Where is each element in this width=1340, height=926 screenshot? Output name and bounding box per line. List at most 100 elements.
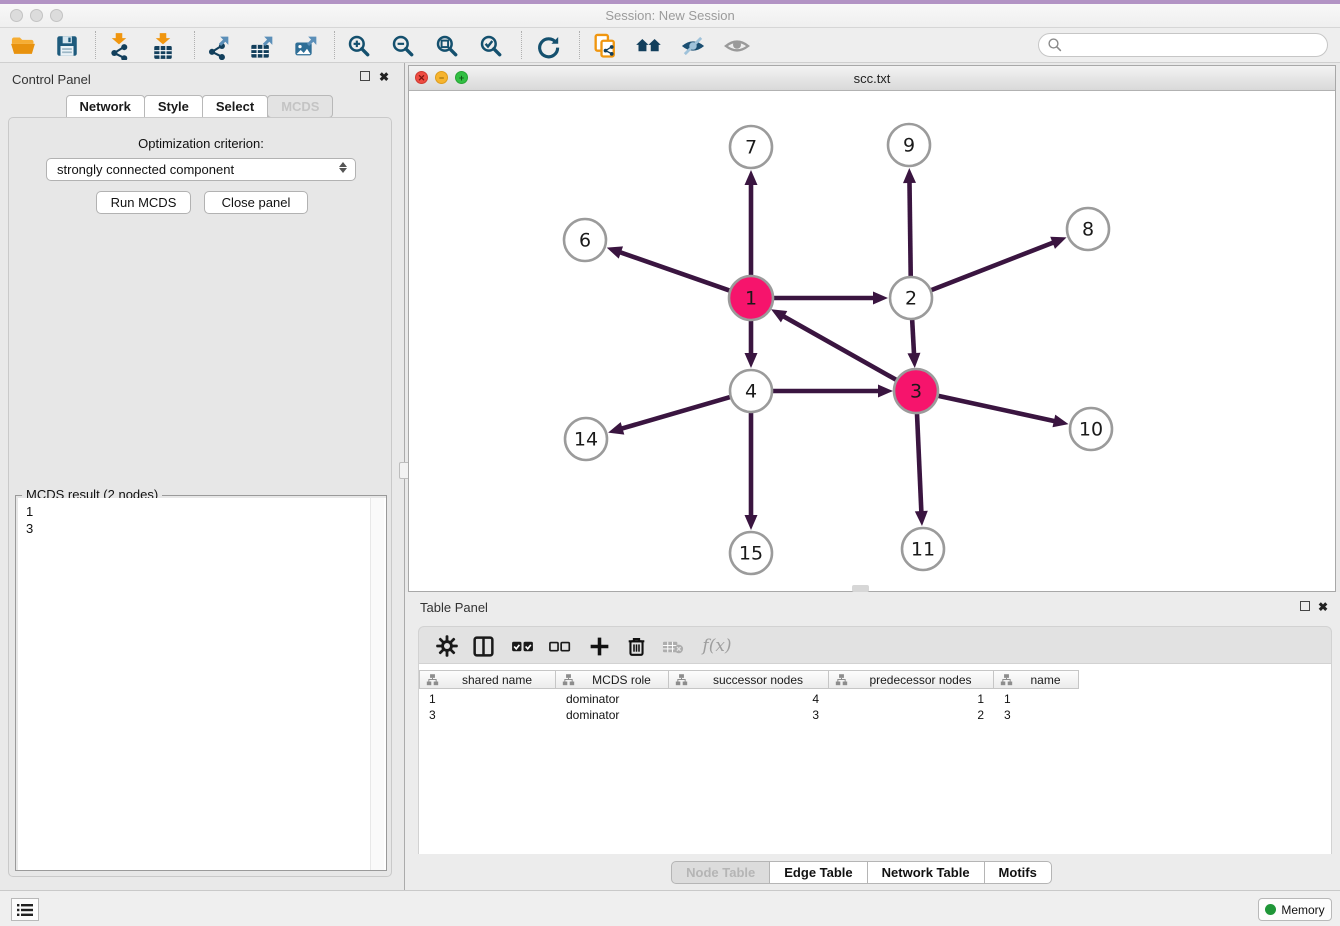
toolbar-separator: [95, 31, 96, 59]
export-table-icon[interactable]: [248, 31, 278, 61]
edge-1-6[interactable]: [618, 252, 732, 292]
zoom-out-icon[interactable]: [388, 31, 418, 61]
import-table-icon[interactable]: [148, 31, 178, 61]
delete-column-icon[interactable]: [621, 631, 651, 661]
table-row[interactable]: 3dominator323: [419, 707, 1079, 723]
edge-3-10[interactable]: [936, 395, 1057, 421]
column-type-icon: [835, 673, 848, 686]
clone-network-icon[interactable]: [590, 31, 620, 61]
task-history-button[interactable]: [11, 898, 39, 921]
edge-arrowhead: [745, 170, 758, 185]
select-all-icon[interactable]: [507, 631, 537, 661]
column-header-shared-name[interactable]: shared name: [419, 670, 556, 689]
function-builder-icon[interactable]: f(x): [697, 631, 737, 661]
tab-edge-table[interactable]: Edge Table: [769, 861, 867, 884]
status-bar: Memory: [0, 890, 1340, 926]
cell-MCDS-role: dominator: [556, 707, 669, 723]
mcds-result-group: MCDS result (2 nodes) 13: [15, 495, 387, 871]
edge-2-8[interactable]: [930, 242, 1056, 291]
horizontal-splitter-grip[interactable]: [852, 585, 869, 592]
edge-2-9[interactable]: [909, 180, 910, 278]
mcds-result-list[interactable]: 13: [18, 498, 386, 870]
node-label-14: 14: [574, 429, 598, 451]
export-network-icon[interactable]: [204, 31, 234, 61]
optimization-criterion-label: Optimization criterion:: [9, 136, 393, 151]
maximize-window-icon[interactable]: [50, 9, 63, 22]
close-table-panel-icon[interactable]: ✖: [1318, 601, 1328, 613]
tab-style[interactable]: Style: [144, 95, 203, 118]
network-close-icon[interactable]: ✕: [415, 71, 428, 84]
edge-arrowhead: [873, 292, 888, 305]
edge-arrowhead: [608, 422, 624, 434]
column-header-successor-nodes[interactable]: successor nodes: [669, 670, 829, 689]
column-header-name[interactable]: name: [994, 670, 1079, 689]
node-label-8: 8: [1082, 219, 1094, 241]
column-type-icon: [562, 673, 575, 686]
gear-icon[interactable]: [432, 631, 462, 661]
column-type-icon: [675, 673, 688, 686]
column-header-MCDS-role[interactable]: MCDS role: [556, 670, 669, 689]
node-table[interactable]: shared nameMCDS rolesuccessor nodesprede…: [418, 664, 1332, 854]
zoom-fit-icon[interactable]: [432, 31, 462, 61]
show-all-icon[interactable]: [722, 31, 752, 61]
tab-network[interactable]: Network: [66, 95, 145, 118]
close-panel-icon[interactable]: ✖: [379, 71, 389, 83]
tab-node-table[interactable]: Node Table: [671, 861, 770, 884]
network-maximize-icon[interactable]: +: [455, 71, 468, 84]
home-layout-icon[interactable]: [634, 31, 664, 61]
edge-arrowhead: [1052, 415, 1068, 428]
save-session-icon[interactable]: [52, 31, 82, 61]
zoom-in-icon[interactable]: [344, 31, 374, 61]
node-label-3: 3: [910, 381, 922, 403]
zoom-selected-icon[interactable]: [476, 31, 506, 61]
edge-4-14[interactable]: [620, 397, 732, 430]
toolbar-separator: [334, 31, 335, 59]
column-header-predecessor-nodes[interactable]: predecessor nodes: [829, 670, 994, 689]
node-label-11: 11: [911, 539, 935, 561]
result-line: 1: [26, 503, 386, 520]
add-column-icon[interactable]: [584, 631, 614, 661]
open-file-icon[interactable]: [8, 31, 38, 61]
network-graph-canvas[interactable]: 7968124314101511: [409, 91, 1335, 591]
column-layout-icon[interactable]: [468, 631, 498, 661]
result-scrollbar[interactable]: [370, 498, 384, 870]
run-mcds-button[interactable]: Run MCDS: [96, 191, 191, 214]
edge-arrowhead: [903, 168, 916, 183]
search-input[interactable]: [1038, 33, 1328, 57]
close-panel-button[interactable]: Close panel: [204, 191, 308, 214]
minimize-window-icon[interactable]: [30, 9, 43, 22]
criterion-value: strongly connected component: [57, 162, 234, 177]
node-label-6: 6: [579, 230, 591, 252]
deselect-all-icon[interactable]: [544, 631, 574, 661]
import-network-icon[interactable]: [104, 31, 134, 61]
float-table-panel-icon[interactable]: [1300, 601, 1310, 611]
edge-3-11[interactable]: [917, 411, 922, 514]
tab-network-table[interactable]: Network Table: [867, 861, 985, 884]
node-label-1: 1: [745, 288, 757, 310]
criterion-select[interactable]: strongly connected component: [46, 158, 356, 181]
network-minimize-icon[interactable]: −: [435, 71, 448, 84]
toolbar-separator: [579, 31, 580, 59]
export-image-icon[interactable]: [292, 31, 322, 61]
memory-status-icon: [1265, 904, 1276, 915]
refresh-layout-icon[interactable]: [532, 31, 562, 61]
main-toolbar: [0, 28, 1340, 63]
node-label-9: 9: [903, 135, 915, 157]
close-window-icon[interactable]: [10, 9, 23, 22]
float-panel-icon[interactable]: [360, 71, 370, 81]
mcds-panel: Optimization criterion: strongly connect…: [8, 117, 392, 877]
delete-table-icon[interactable]: [658, 631, 688, 661]
edge-2-3[interactable]: [912, 318, 914, 356]
tab-mcds[interactable]: MCDS: [267, 95, 333, 118]
network-title: scc.txt: [409, 66, 1335, 91]
edge-3-1[interactable]: [781, 315, 898, 381]
node-label-2: 2: [905, 288, 917, 310]
column-type-icon: [426, 673, 439, 686]
tab-select[interactable]: Select: [202, 95, 268, 118]
memory-button[interactable]: Memory: [1258, 898, 1332, 921]
select-stepper-icon: [339, 162, 347, 173]
table-row[interactable]: 1dominator411: [419, 691, 1079, 707]
hide-selected-icon[interactable]: [678, 31, 708, 61]
search-icon: [1047, 37, 1063, 53]
tab-motifs[interactable]: Motifs: [984, 861, 1052, 884]
